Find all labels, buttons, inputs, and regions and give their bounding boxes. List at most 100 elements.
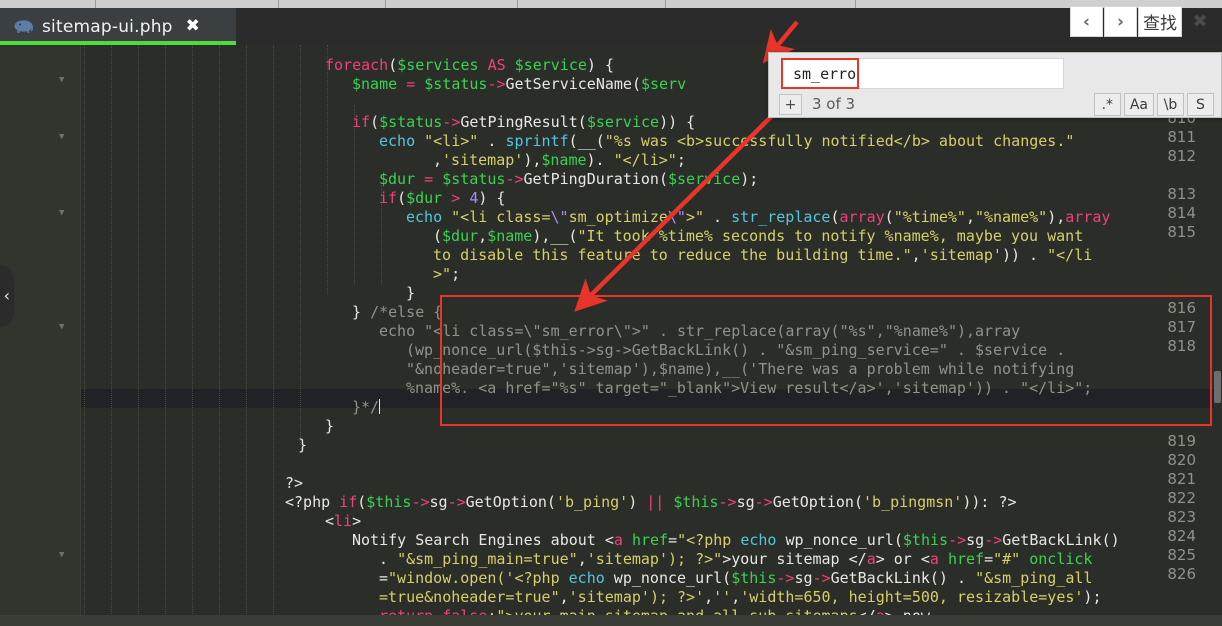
code-token: [415, 75, 424, 93]
code-token: ,: [578, 550, 587, 568]
code-token: >": [433, 265, 451, 283]
find-close-icon[interactable]: ✖: [1186, 6, 1214, 37]
tab-close-icon[interactable]: ✖: [186, 18, 200, 35]
tab-sitemap-ui-php[interactable]: sitemap-ui.php ✖: [0, 8, 236, 45]
find-next-button[interactable]: ›: [1104, 6, 1137, 37]
code-token: ||: [646, 493, 664, 511]
match-case-toggle[interactable]: Aa: [1124, 93, 1154, 116]
code-token: ).: [587, 151, 614, 169]
code-token: 'sitemap': [442, 151, 523, 169]
code-token: =: [406, 75, 415, 93]
code-token: ,: [704, 588, 713, 606]
indent-guide: [111, 45, 112, 626]
code-line: =true&noheader=true",'sitemap'); ?>','',…: [379, 588, 1101, 607]
code-token: (: [568, 227, 577, 245]
code-token: GetOption: [773, 493, 854, 511]
code-line: Notify Search Engines about <a href="<?p…: [352, 531, 1120, 550]
chevron-left-icon: ‹: [4, 288, 10, 304]
code-token: ->: [984, 531, 1002, 549]
code-token: ->: [755, 493, 773, 511]
code-token: $dur: [442, 227, 478, 245]
code-token: >: [352, 512, 361, 530]
code-token: $this: [903, 531, 948, 549]
code-editor[interactable]: 808▼809810811▼812813814▼815816817▼818819…: [0, 45, 1222, 626]
code-line: ,'sitemap'),$name). "</li>";: [433, 151, 686, 170]
code-token: [442, 189, 451, 207]
code-token: echo "<li class=\"sm_error\">" . str_rep…: [379, 322, 1020, 340]
code-line: >";: [433, 265, 460, 284]
code-line: $name = $status->GetServiceName($serv: [352, 75, 686, 94]
code-token: 4: [469, 189, 478, 207]
code-token: ),: [1047, 208, 1065, 226]
regex-toggle[interactable]: .*: [1094, 93, 1121, 116]
code-token: ->: [411, 493, 429, 511]
code-token: $name: [352, 75, 397, 93]
code-token: echo: [569, 569, 605, 587]
fold-arrow-icon[interactable]: ▼: [59, 204, 64, 223]
code-token: %name%. <a href="%s" target="_blank">Vie…: [406, 379, 1092, 397]
code-token: ->: [442, 113, 460, 131]
code-token: __: [578, 132, 596, 150]
code-token: (: [370, 113, 379, 131]
code-token: href: [632, 531, 668, 549]
code-token: );: [1083, 588, 1101, 606]
code-line: }: [406, 284, 415, 303]
code-area[interactable]: foreach($services AS $service) {$name = …: [81, 45, 1214, 626]
code-token: $serv: [641, 75, 686, 93]
fold-arrow-icon[interactable]: ▼: [59, 318, 64, 337]
vertical-scrollbar-thumb[interactable]: [1214, 371, 1221, 403]
selection-toggle[interactable]: S: [1187, 93, 1214, 116]
code-token: </: [849, 550, 867, 568]
code-token: onclick: [1029, 550, 1092, 568]
indent-guide: [219, 45, 220, 626]
collapse-sidebar-handle[interactable]: ‹: [0, 265, 14, 327]
code-line: %name%. <a href="%s" target="_blank">Vie…: [406, 379, 1092, 398]
code-token: [442, 208, 451, 226]
find-option-toggles: .*Aa\bS: [1094, 93, 1214, 116]
find-add-button[interactable]: +: [779, 94, 802, 115]
code-token: "%name%": [975, 208, 1047, 226]
code-token: [939, 550, 948, 568]
vertical-scrollbar[interactable]: [1214, 45, 1222, 615]
code-line: } /*else {: [352, 303, 442, 322]
search-input-extension[interactable]: [859, 58, 1064, 89]
code-token: [479, 56, 488, 74]
code-token: =: [984, 550, 993, 568]
code-token: [623, 531, 632, 549]
find-search-button[interactable]: 查找: [1138, 6, 1182, 37]
code-token: "%s was <b>successfully notified</b> abo…: [605, 132, 1075, 150]
code-token: \": [551, 208, 569, 226]
code-token: (: [569, 132, 578, 150]
code-token: "</li>": [614, 151, 677, 169]
code-token: ,: [478, 227, 487, 245]
code-token: 'b_ping': [556, 493, 628, 511]
code-line: echo "<li class=\"sm_optimize\">" . str_…: [406, 208, 1110, 227]
code-token: "</li: [1047, 246, 1092, 264]
code-token: ),: [523, 151, 541, 169]
code-token: GetServiceName: [506, 75, 632, 93]
code-token: (: [357, 493, 366, 511]
code-token: (: [388, 56, 397, 74]
whole-word-toggle[interactable]: \b: [1157, 93, 1184, 116]
code-token: ,: [560, 588, 569, 606]
code-line: ="window.open('<?php echo wp_nonce_url($…: [379, 569, 1092, 588]
horizontal-scrollbar[interactable]: [0, 615, 1222, 626]
find-previous-button[interactable]: ‹: [1070, 6, 1103, 37]
code-token: \": [668, 208, 686, 226]
fold-arrow-icon[interactable]: ▼: [59, 71, 64, 90]
fold-arrow-icon[interactable]: ▼: [59, 128, 64, 147]
code-token: (wp_nonce_url($this->sg->GetBackLink() .…: [406, 341, 1065, 359]
code-line: foreach($services AS $service) {: [325, 56, 614, 75]
search-input[interactable]: sm_error: [781, 58, 859, 89]
code-token: $status: [442, 170, 505, 188]
fold-arrow-icon[interactable]: ▼: [59, 546, 64, 565]
code-token: }: [298, 436, 307, 454]
code-token: sm_optimize: [569, 208, 668, 226]
indent-guide: [84, 45, 85, 626]
code-token: sprintf: [505, 132, 568, 150]
code-token: array: [840, 208, 885, 226]
code-token: $name: [487, 227, 532, 245]
code-token: .: [704, 208, 731, 226]
code-token: sg: [737, 493, 755, 511]
code-token: <: [605, 531, 614, 549]
